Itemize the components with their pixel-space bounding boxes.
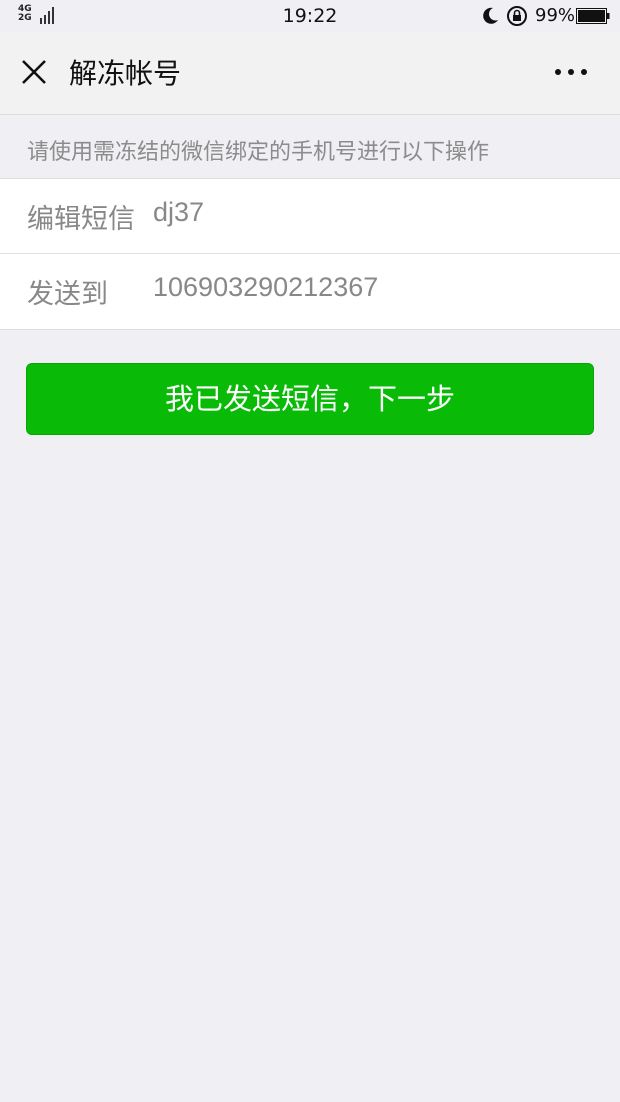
send-to-label: 发送到 (27, 279, 108, 310)
sms-content-label: 编辑短信 (27, 204, 135, 235)
send-to-row: 发送到 106903290212367 (0, 254, 620, 328)
sent-sms-next-button[interactable]: 我已发送短信，下一步 (26, 363, 594, 435)
battery-percent: 99% (535, 5, 576, 26)
battery-icon (576, 8, 610, 24)
sms-content-value: dj37 (153, 197, 205, 227)
instruction-text: 请使用需冻结的微信绑定的手机号进行以下操作 (27, 140, 490, 165)
close-icon[interactable] (16, 54, 52, 90)
sms-info-card: 编辑短信 dj37 发送到 106903290212367 (0, 178, 620, 330)
status-bar: 4G 2G 19:22 99% (0, 0, 620, 32)
send-to-number: 106903290212367 (153, 272, 379, 302)
page-title: 解冻帐号 (69, 57, 182, 90)
sms-content-row: 编辑短信 dj37 (0, 179, 620, 254)
rotation-lock-icon (507, 6, 527, 26)
moon-icon (483, 7, 498, 24)
more-options-icon[interactable] (548, 54, 594, 90)
nav-bar: 解冻帐号 (0, 32, 620, 115)
